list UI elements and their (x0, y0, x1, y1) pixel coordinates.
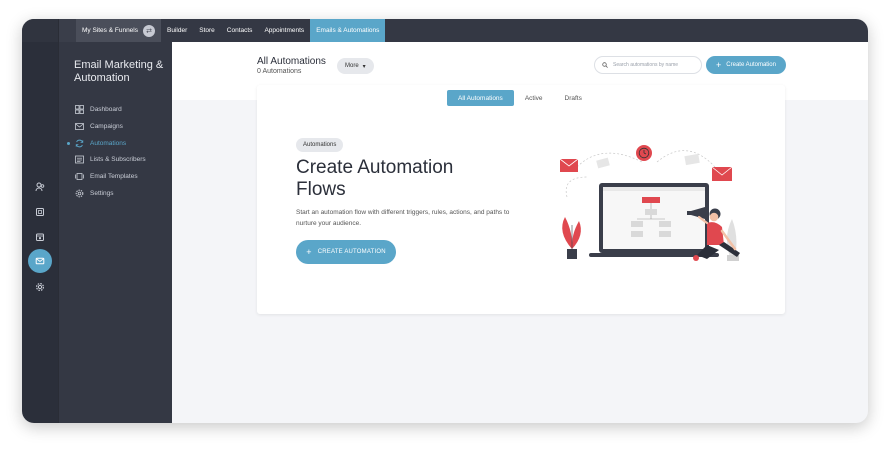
sidebar-item-label: Lists & Subscribers (90, 155, 146, 163)
sidebar-item-dashboard[interactable]: Dashboard (75, 102, 122, 116)
sidebar: Email Marketing & Automation Dashboard C… (58, 19, 173, 423)
sync-icon (75, 139, 84, 148)
caret-down-icon: ▾ (362, 63, 366, 70)
create-automation-button[interactable]: + Create Automation (706, 56, 786, 74)
empty-state-description: Start an automation flow with different … (296, 209, 510, 227)
active-indicator (67, 142, 70, 145)
nav-builder[interactable]: Builder (161, 19, 193, 42)
tab-drafts[interactable]: Drafts (554, 90, 593, 106)
automation-illustration (559, 145, 740, 261)
gear-icon (75, 189, 84, 198)
list-icon (75, 155, 84, 164)
site-switcher-label: My Sites & Funnels (82, 27, 138, 34)
pages-icon[interactable] (28, 200, 52, 224)
search-placeholder: Search automations by name (613, 62, 679, 68)
automation-count: 0 Automations (257, 68, 302, 75)
create-automation-cta[interactable]: + CREATE AUTOMATION (296, 240, 396, 264)
sidebar-item-label: Settings (90, 189, 114, 197)
section-badge: Automations (296, 138, 344, 152)
plus-icon: + (716, 59, 722, 70)
empty-state-card: All Automations Active Drafts Automation… (257, 85, 785, 314)
contacts-icon[interactable] (28, 175, 52, 199)
search-icon (602, 62, 608, 68)
cta-label: CREATE AUTOMATION (317, 249, 386, 255)
sidebar-item-campaigns[interactable]: Campaigns (75, 119, 123, 133)
settings-icon[interactable] (28, 275, 52, 299)
sidebar-item-label: Automations (90, 139, 127, 147)
mail-icon[interactable] (28, 249, 52, 273)
more-label: More (345, 63, 359, 69)
envelope-left (559, 158, 579, 172)
sidebar-item-automations[interactable]: Automations (75, 136, 126, 150)
more-button[interactable]: More ▾ (337, 58, 374, 74)
empty-state-title: Create Automation Flows (296, 157, 454, 200)
site-switcher[interactable]: My Sites & Funnels ⇄ (76, 19, 161, 42)
nav-store[interactable]: Store (193, 19, 221, 42)
top-nav: My Sites & Funnels ⇄ Builder Store Conta… (76, 19, 868, 42)
envelope-icon (75, 122, 84, 131)
sidebar-title: Email Marketing & Automation (74, 59, 164, 84)
template-icon (75, 172, 84, 181)
nav-appointments[interactable]: Appointments (258, 19, 310, 42)
create-label: Create Automation (726, 62, 776, 68)
envelope-right (711, 166, 733, 181)
plus-icon: + (306, 246, 312, 257)
sidebar-item-label: Dashboard (90, 105, 122, 113)
swap-icon[interactable]: ⇄ (143, 24, 155, 37)
tab-active[interactable]: Active (514, 90, 554, 106)
search-input[interactable]: Search automations by name (594, 56, 702, 74)
sidebar-item-settings[interactable]: Settings (75, 186, 114, 200)
nav-emails-automations[interactable]: Emails & Automations (310, 19, 386, 42)
nav-contacts[interactable]: Contacts (221, 19, 259, 42)
icon-rail (22, 19, 58, 423)
status-tabs: All Automations Active Drafts (447, 90, 593, 106)
sidebar-item-label: Email Templates (90, 172, 138, 180)
calendar-icon[interactable] (28, 225, 52, 249)
tab-all-automations[interactable]: All Automations (447, 90, 514, 106)
sidebar-item-label: Campaigns (90, 122, 123, 130)
dashboard-icon (75, 104, 84, 114)
page-title: All Automations (257, 56, 326, 67)
app-window: Email Marketing & Automation Dashboard C… (22, 19, 868, 423)
sidebar-item-templates[interactable]: Email Templates (75, 169, 138, 183)
sidebar-item-lists[interactable]: Lists & Subscribers (75, 152, 146, 166)
